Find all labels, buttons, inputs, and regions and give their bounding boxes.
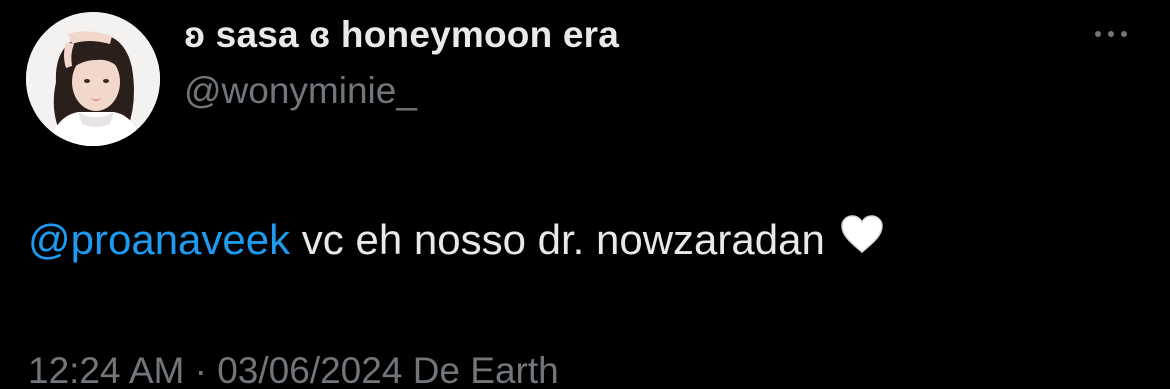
tweet-text: @proanaveek vc eh nosso dr. nowzaradan: [28, 210, 884, 273]
profile-photo: [26, 12, 160, 146]
user-handle[interactable]: @wonyminie_: [184, 70, 417, 112]
tweet-body: vc eh nosso dr. nowzaradan: [290, 216, 837, 263]
tweet-metadata: 12:24 AM · 03/06/2024 De Earth: [28, 346, 559, 389]
more-options-button[interactable]: [1086, 16, 1136, 52]
tweet-card: ʚ sasa ɞ honeymoon era @wonyminie_ @proa…: [0, 0, 1170, 389]
tweet-time[interactable]: 12:24 AM: [28, 350, 184, 389]
tweet-source: De Earth: [402, 350, 559, 389]
avatar[interactable]: [26, 12, 160, 146]
white-heart-icon: [840, 210, 884, 270]
more-horizontal-icon: [1095, 31, 1127, 37]
mention-link[interactable]: @proanaveek: [28, 216, 290, 263]
display-name[interactable]: ʚ sasa ɞ honeymoon era: [184, 14, 619, 56]
tweet-date[interactable]: 03/06/2024: [217, 350, 402, 389]
meta-separator: ·: [184, 350, 218, 389]
